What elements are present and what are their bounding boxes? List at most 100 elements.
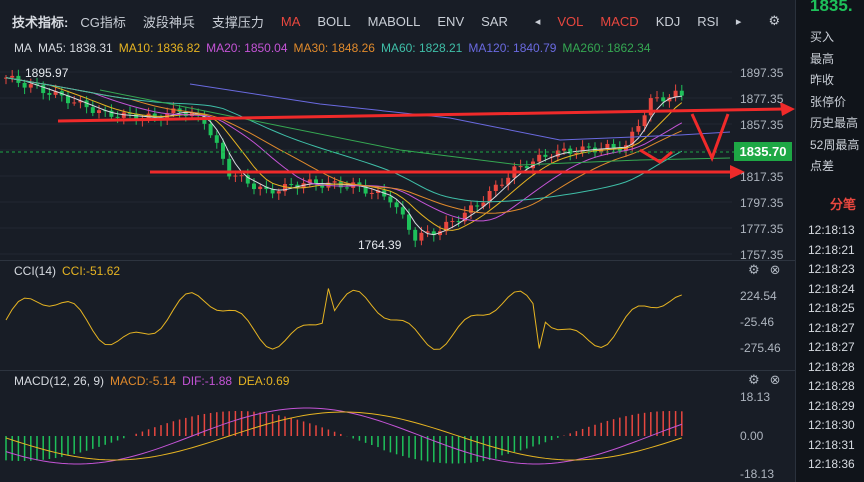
tick-time: 12:18:29 — [808, 398, 855, 413]
quote-label: 历史最高 — [810, 116, 859, 130]
ma60-line — [5, 77, 683, 203]
candle-body — [258, 186, 263, 190]
quote-label: 昨收 — [810, 73, 835, 87]
candle-body — [47, 93, 52, 95]
macd-panel-controls: ⚙ ⊗ — [748, 372, 791, 388]
macd-legend: MACD(12, 26, 9) MACD:-5.14 DIF:-1.88 DEA:0.… — [14, 374, 295, 388]
candle-body — [456, 221, 461, 223]
candle-body — [394, 202, 399, 208]
candle-body — [413, 229, 418, 241]
legend-item: MACD(12, 26, 9) — [14, 374, 105, 388]
legend-item: MACD:-5.14 — [110, 374, 177, 388]
candle-body — [208, 123, 213, 136]
current-price-tag: 1835.70 — [734, 142, 792, 161]
candle-body — [252, 183, 256, 190]
candle-body — [537, 154, 542, 162]
candle-body — [97, 110, 101, 113]
gear-icon[interactable]: ⚙ — [748, 372, 760, 387]
axis-tick-label: -25.46 — [740, 315, 775, 329]
close-icon[interactable]: ⊗ — [770, 372, 781, 387]
tick-time: 12:18:21 — [808, 242, 855, 257]
legend-item: CCI(14) — [14, 264, 57, 278]
candle-body — [221, 142, 225, 159]
candle-body — [10, 75, 15, 78]
candle-body — [332, 181, 337, 183]
tick-time: 12:18:27 — [808, 320, 855, 335]
tick-time: 12:18:31 — [808, 437, 855, 452]
candle-body — [239, 175, 244, 177]
candle-body — [518, 166, 523, 168]
candle-body — [500, 184, 504, 186]
candle-body — [227, 158, 232, 177]
axis-tick-label: 0.00 — [740, 429, 764, 443]
macd-separator — [0, 370, 795, 371]
candle-body — [655, 97, 659, 99]
candle-body — [407, 214, 411, 230]
quote-sidebar: 1835. 买入 最高 昨收 张停价 历史最高 52周最高 点差 分笔 12:18:13 12… — [795, 0, 864, 482]
candle-body — [22, 82, 27, 88]
candle-body — [72, 102, 77, 104]
candle-body — [493, 184, 498, 191]
candle-body — [419, 232, 424, 241]
axis-tick-label: 18.13 — [740, 390, 771, 404]
dif-line — [5, 407, 682, 465]
axis-tick-label: 224.54 — [740, 289, 777, 303]
candle-body — [524, 166, 529, 169]
tick-time: 12:18:30 — [808, 418, 855, 432]
candle-body — [214, 135, 219, 143]
candle-body — [369, 192, 374, 194]
legend-item: DIF:-1.88 — [182, 374, 233, 388]
ma5-line — [5, 77, 682, 236]
quote-label: 52周最高 — [810, 137, 860, 152]
candle-body — [345, 187, 349, 189]
axis-tick-label: 1897.35 — [740, 66, 784, 80]
cci-separator — [0, 260, 795, 261]
candle-body — [661, 97, 666, 102]
candle-body — [276, 191, 281, 194]
cci-line — [5, 288, 682, 350]
tick-time: 12:18:24 — [808, 281, 855, 296]
candle-body — [450, 221, 455, 223]
candle-body — [115, 116, 120, 118]
tick-time: 12:18:36 — [808, 457, 855, 471]
candle-body — [388, 196, 393, 203]
candle-body — [289, 184, 294, 186]
axis-tick-label: 1877.35 — [740, 92, 784, 106]
fenbi-title: 分笔 — [830, 197, 857, 212]
low-annotation: 1764.39 — [358, 238, 402, 252]
tick-time: 12:18:25 — [808, 301, 855, 315]
candle-body — [233, 175, 238, 177]
quote-label: 最高 — [810, 51, 835, 66]
tick-time: 12:18:23 — [808, 262, 855, 276]
candle-body — [475, 205, 480, 207]
candle-body — [90, 107, 95, 113]
trend-arrow-zigzag — [690, 113, 730, 162]
candle-body — [400, 207, 405, 215]
cci-legend: CCI(14) CCI:-51.62 — [14, 264, 126, 278]
dea-line — [5, 411, 682, 461]
axis-tick-label: 1857.35 — [740, 118, 784, 132]
candle-body — [543, 154, 548, 157]
close-icon[interactable]: ⊗ — [770, 262, 781, 277]
candle-body — [679, 90, 684, 96]
chart-area[interactable]: 技术指标: CG指标 波段神兵 支撑压力 MA BOLL MABOLL ENV SAR ◂ VOL… — [0, 0, 795, 482]
legend-item: DEA:0.69 — [238, 374, 290, 388]
legend-item: CCI:-51.62 — [62, 264, 121, 278]
axis-tick-label: -18.13 — [740, 467, 775, 481]
candle-body — [568, 148, 573, 154]
candle-body — [611, 143, 616, 148]
candle-body — [562, 148, 566, 151]
cci-panel-controls: ⚙ ⊗ — [748, 262, 791, 278]
axis-tick-label: 1797.35 — [740, 196, 784, 210]
gear-icon[interactable]: ⚙ — [748, 262, 760, 277]
candle-body — [636, 126, 641, 132]
quote-label: 张停价 — [810, 94, 847, 109]
top-price: 1835. — [810, 0, 853, 15]
axis-tick-label: -275.46 — [740, 341, 781, 355]
ma10-line — [5, 77, 683, 231]
tick-time: 12:18:28 — [808, 379, 855, 393]
tick-time: 12:18:27 — [808, 340, 855, 354]
high-annotation: 1895.97 — [25, 66, 69, 80]
quote-label: 买入 — [810, 30, 835, 44]
candle-body — [642, 115, 647, 127]
